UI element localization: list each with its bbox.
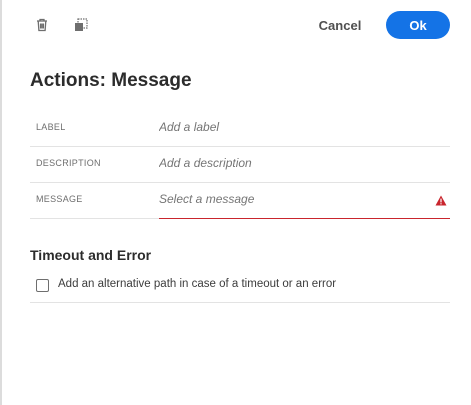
timeout-section-title: Timeout and Error (30, 247, 152, 263)
alternative-path-row: Add an alternative path in case of a tim… (30, 273, 450, 303)
description-field-label: DESCRIPTION (36, 158, 101, 168)
ok-button[interactable]: Ok (386, 11, 450, 39)
message-field-label: MESSAGE (36, 194, 83, 204)
message-select[interactable] (159, 189, 450, 209)
description-row: DESCRIPTION (30, 146, 450, 183)
description-input[interactable] (159, 153, 450, 173)
label-input[interactable] (159, 117, 450, 137)
duplicate-icon[interactable] (70, 14, 92, 36)
message-error-underline (159, 218, 450, 219)
label-field-label: LABEL (36, 122, 66, 132)
alternative-path-label[interactable]: Add an alternative path in case of a tim… (58, 278, 336, 290)
panel-left-border (0, 0, 2, 405)
trash-icon[interactable] (31, 14, 53, 36)
label-row: LABEL (30, 110, 450, 147)
alternative-path-checkbox[interactable] (36, 279, 49, 292)
message-row: MESSAGE (30, 182, 450, 219)
cancel-button[interactable]: Cancel (308, 12, 372, 38)
alert-icon (435, 195, 447, 206)
page-title: Actions: Message (30, 70, 192, 91)
